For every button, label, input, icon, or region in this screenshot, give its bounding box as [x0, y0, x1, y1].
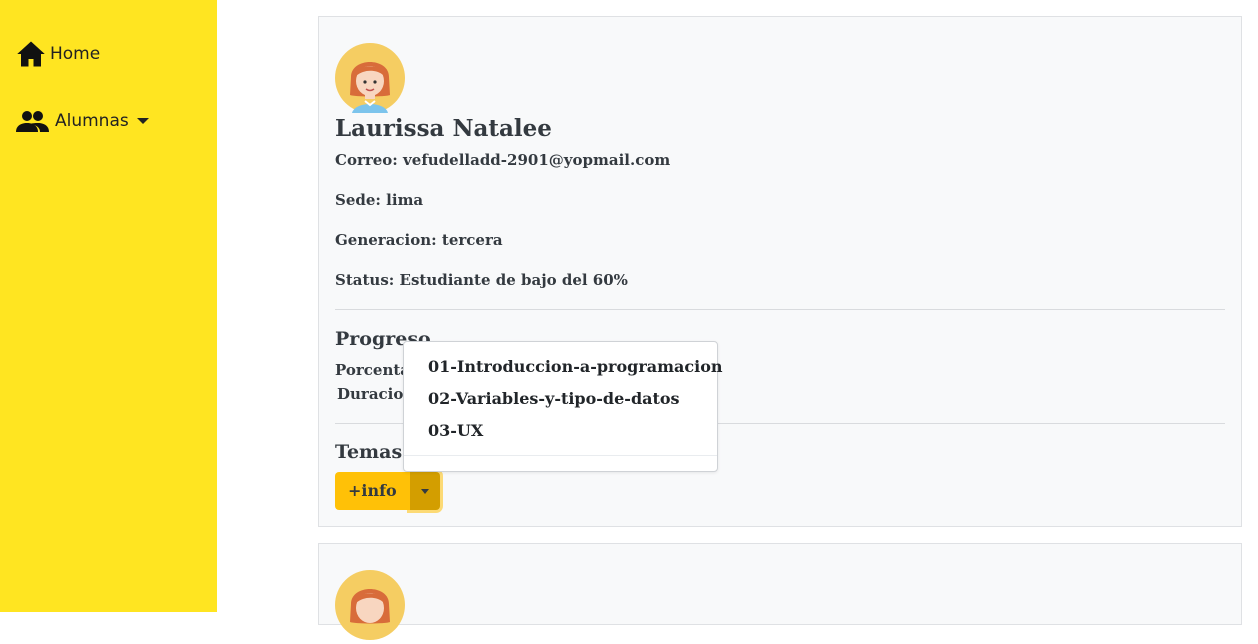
- people-icon: [16, 108, 49, 134]
- dropdown-toggle-button[interactable]: [409, 472, 440, 510]
- dropdown-item[interactable]: 03-UX: [428, 421, 483, 440]
- progreso-porcentaje: Porcenta: [335, 361, 411, 379]
- sidebar-item-alumnas[interactable]: Alumnas: [16, 108, 149, 134]
- temas-title: Temas: [335, 441, 403, 463]
- sidebar-item-home[interactable]: Home: [16, 40, 100, 68]
- info-button[interactable]: +info: [335, 472, 410, 510]
- avatar: [335, 43, 405, 113]
- student-name: Laurissa Natalee: [335, 115, 552, 142]
- student-sede: Sede: lima: [335, 191, 424, 209]
- temas-dropdown-menu: 01-Introduccion-a-programacion 02-Variab…: [403, 341, 723, 472]
- info-button-group: +info: [335, 472, 440, 510]
- dropdown-item[interactable]: 01-Introduccion-a-programacion: [428, 357, 723, 376]
- caret-down-icon: [420, 488, 429, 494]
- divider: [335, 309, 1225, 310]
- student-generacion: Generacion: tercera: [335, 231, 503, 249]
- avatar: [335, 570, 405, 640]
- student-card: [318, 543, 1242, 640]
- student-email: Correo: vefudelladd-2901@yopmail.com: [335, 151, 671, 169]
- sidebar-item-label: Alumnas: [55, 111, 129, 131]
- home-icon: [16, 40, 46, 68]
- student-status: Status: Estudiante de bajo del 60%: [335, 271, 628, 289]
- dropdown-divider: [404, 455, 717, 456]
- dropdown-item[interactable]: 02-Variables-y-tipo-de-datos: [428, 389, 680, 408]
- sidebar-item-label: Home: [50, 44, 101, 64]
- sidebar: Home Alumnas: [0, 0, 217, 612]
- chevron-down-icon: [136, 118, 149, 124]
